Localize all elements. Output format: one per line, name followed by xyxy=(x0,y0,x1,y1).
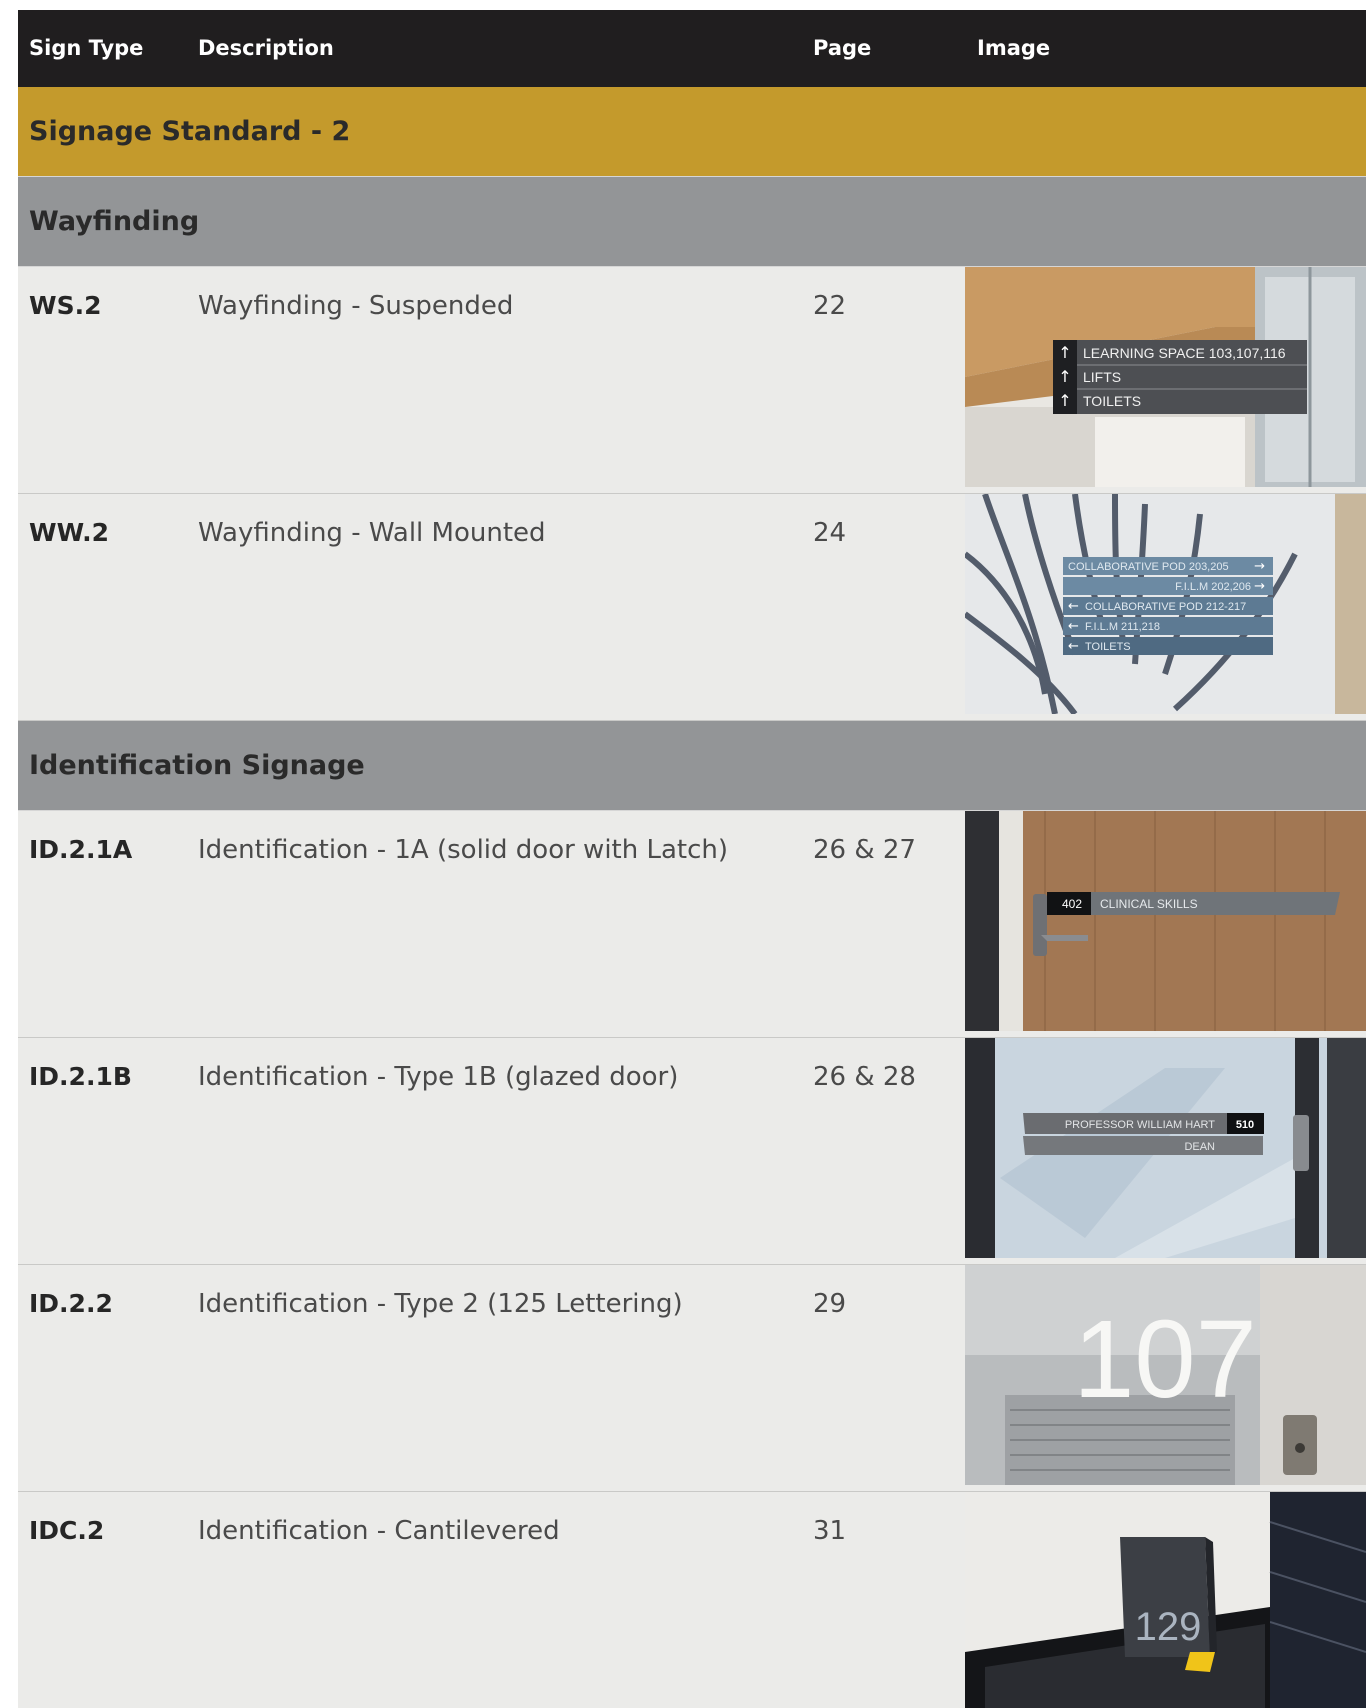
page-reference: 31 xyxy=(813,1516,847,1546)
group-header-identification: Identification Signage xyxy=(18,721,1366,811)
group-header-wayfinding: Wayfinding xyxy=(18,177,1366,267)
page-reference: 26 & 27 xyxy=(813,835,916,865)
page-reference: 29 xyxy=(813,1289,847,1319)
sign-photo-text: F.I.L.M 211,218 xyxy=(1085,621,1160,633)
section-header-signage-standard: Signage Standard - 2 xyxy=(18,87,1366,177)
svg-text:←: ← xyxy=(1068,619,1079,634)
svg-text:↑: ↑ xyxy=(1058,391,1071,410)
svg-text:↑: ↑ xyxy=(1058,343,1071,362)
sign-photo-text: 107 xyxy=(1073,1298,1257,1421)
table-row: ID.2.2 Identification - Type 2 (125 Lett… xyxy=(18,1265,1366,1492)
sign-description: Identification - 1A (solid door with Lat… xyxy=(198,835,729,865)
sign-description: Identification - Type 1B (glazed door) xyxy=(198,1062,679,1092)
sign-photo-text: CLINICAL SKILLS xyxy=(1100,897,1198,911)
svg-text:→: → xyxy=(1254,559,1265,574)
sign-photo-text: 129 xyxy=(1135,1605,1202,1649)
sign-type-code: ID.2.1A xyxy=(29,835,133,864)
sign-photo-text: 402 xyxy=(1062,897,1082,911)
sign-photo-text: LIFTS xyxy=(1083,369,1121,385)
page-reference: 24 xyxy=(813,518,847,548)
column-header-image: Image xyxy=(977,36,1051,60)
sign-photo-text: 510 xyxy=(1236,1119,1254,1131)
column-header-description: Description xyxy=(198,36,334,60)
svg-text:→: → xyxy=(1254,579,1265,594)
sign-photo-text: COLLABORATIVE POD 203,205 xyxy=(1068,561,1229,573)
sign-photo-glazed-door: PROFESSOR WILLIAM HART 510 DEAN xyxy=(965,1038,1366,1258)
signage-table: Sign Type Description Page Image Signage… xyxy=(18,10,1366,1708)
sign-photo-text: F.I.L.M 202,206 xyxy=(1175,581,1251,593)
section-title: Signage Standard - 2 xyxy=(29,116,351,147)
svg-text:↑: ↑ xyxy=(1058,367,1071,386)
column-header-page: Page xyxy=(813,36,872,60)
group-title: Wayfinding xyxy=(29,206,200,237)
sign-description: Wayfinding - Suspended xyxy=(198,291,514,321)
sign-type-code: WW.2 xyxy=(29,518,110,547)
sign-photo-text: COLLABORATIVE POD 212-217 xyxy=(1085,601,1246,613)
svg-text:←: ← xyxy=(1068,639,1079,654)
sign-photo-solid-door: 402 CLINICAL SKILLS xyxy=(965,811,1366,1031)
sign-photo-text: PROFESSOR WILLIAM HART xyxy=(1065,1119,1215,1131)
sign-type-code: WS.2 xyxy=(29,291,102,320)
sign-photo-text: DEAN xyxy=(1184,1141,1215,1153)
column-header-sign-type: Sign Type xyxy=(29,36,144,60)
table-row: IDC.2 Identification - Cantilevered 31 1… xyxy=(18,1492,1366,1708)
sign-photo-lettering: 107 xyxy=(965,1265,1366,1485)
sign-type-code: ID.2.2 xyxy=(29,1289,113,1318)
table-row: WW.2 Wayfinding - Wall Mounted 24 COLLAB… xyxy=(18,494,1366,721)
table-row: ID.2.1B Identification - Type 1B (glazed… xyxy=(18,1038,1366,1265)
sign-type-code: ID.2.1B xyxy=(29,1062,132,1091)
sign-description: Identification - Type 2 (125 Lettering) xyxy=(198,1289,683,1319)
group-title: Identification Signage xyxy=(29,750,365,781)
table-row: ID.2.1A Identification - 1A (solid door … xyxy=(18,811,1366,1038)
sign-photo-suspended: ↑ ↑ ↑ LEARNING SPACE 103,107,116 LIFTS T… xyxy=(965,267,1366,487)
sign-photo-text: LEARNING SPACE 103,107,116 xyxy=(1083,345,1286,361)
table-row: WS.2 Wayfinding - Suspended 22 ↑ ↑ ↑ LEA xyxy=(18,267,1366,494)
sign-photo-wall-mounted: COLLABORATIVE POD 203,205 → F.I.L.M 202,… xyxy=(965,494,1366,714)
sign-photo-text: TOILETS xyxy=(1083,393,1141,409)
sign-photo-cantilevered: 129 xyxy=(965,1492,1366,1708)
sign-type-code: IDC.2 xyxy=(29,1516,105,1545)
table-header: Sign Type Description Page Image xyxy=(18,10,1366,87)
page-reference: 22 xyxy=(813,291,847,321)
page-reference: 26 & 28 xyxy=(813,1062,916,1092)
sign-photo-text: TOILETS xyxy=(1085,641,1131,653)
sign-description: Identification - Cantilevered xyxy=(198,1516,560,1546)
svg-text:←: ← xyxy=(1068,599,1079,614)
sign-description: Wayfinding - Wall Mounted xyxy=(198,518,546,548)
